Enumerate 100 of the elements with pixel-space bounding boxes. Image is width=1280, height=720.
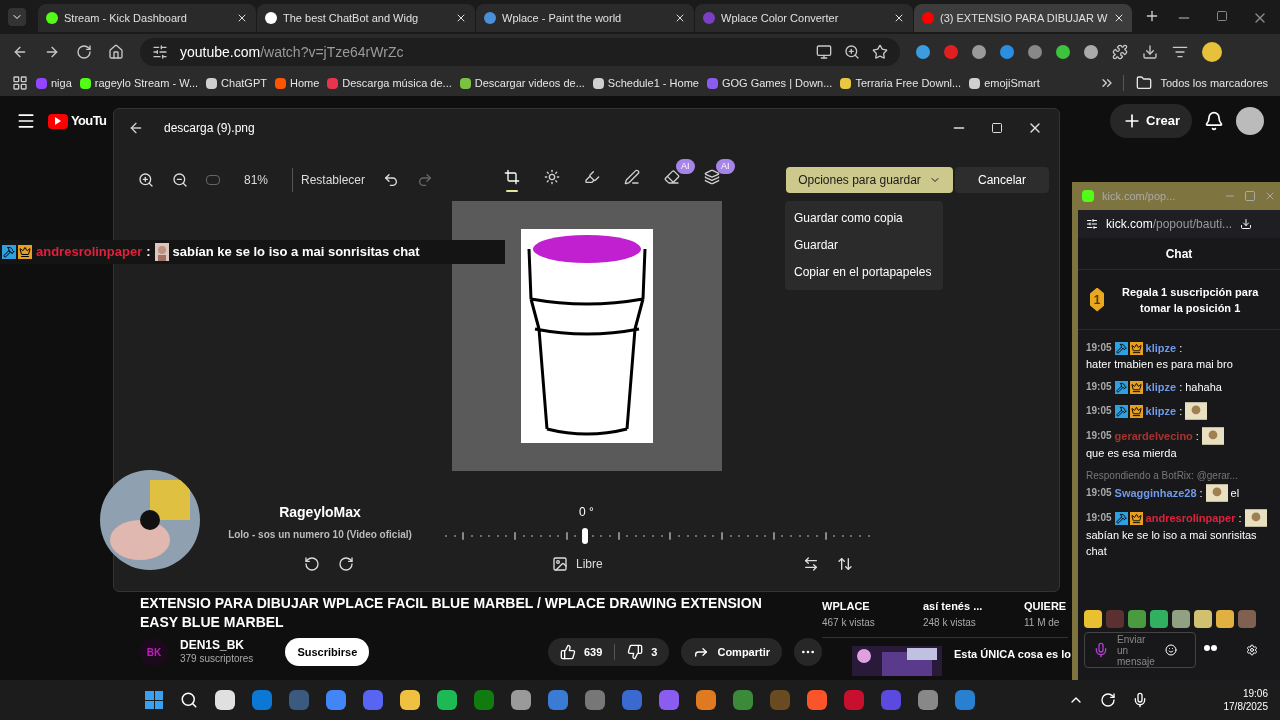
notifications-icon[interactable] bbox=[1204, 111, 1224, 131]
extension-icon[interactable] bbox=[1084, 45, 1098, 59]
redo-icon[interactable] bbox=[417, 172, 434, 188]
chat-username[interactable]: klipze bbox=[1145, 340, 1177, 356]
menu-item[interactable]: Guardar como copia bbox=[785, 205, 943, 232]
reset-button[interactable]: Restablecer bbox=[292, 168, 366, 192]
zoom-level[interactable]: 81% bbox=[244, 171, 274, 189]
back-icon[interactable] bbox=[128, 120, 144, 136]
channel-avatar[interactable]: BK bbox=[140, 638, 168, 666]
bookmark[interactable]: Schedule1 - Home bbox=[592, 74, 699, 92]
rotate-right-icon[interactable] bbox=[338, 556, 354, 572]
share-button[interactable]: Compartir bbox=[681, 638, 782, 666]
address-bar[interactable]: youtube.com/watch?v=jTze64rWrZc bbox=[140, 38, 900, 66]
bookmark[interactable]: Home bbox=[274, 74, 320, 92]
bookmark[interactable]: GOG Games | Down... bbox=[706, 74, 833, 92]
browser-tab[interactable]: Wplace - Paint the world bbox=[476, 4, 694, 32]
browser-tab[interactable]: Stream - Kick Dashboard bbox=[38, 4, 256, 32]
start-icon[interactable] bbox=[145, 691, 163, 709]
create-button[interactable]: Crear bbox=[1110, 104, 1192, 138]
bookmark[interactable]: emojiSmart bbox=[969, 74, 1040, 92]
suggested-video-title[interactable]: QUIERE bbox=[1024, 598, 1067, 615]
clock-time[interactable]: 19:06 bbox=[1242, 687, 1268, 700]
aspect-ratio-button[interactable]: Libre bbox=[552, 555, 603, 573]
zoom-icon[interactable] bbox=[844, 44, 860, 60]
browser-tab[interactable]: (3) EXTENSIO PARA DIBUJAR W bbox=[914, 4, 1132, 32]
media-icon[interactable] bbox=[1172, 44, 1188, 60]
emote-icon[interactable] bbox=[1084, 610, 1102, 628]
app-icon[interactable] bbox=[437, 690, 457, 710]
menu-icon[interactable] bbox=[16, 111, 36, 131]
subscribe-button[interactable]: Suscribirse bbox=[285, 638, 370, 666]
emote-icon[interactable] bbox=[1128, 610, 1146, 628]
emote-icon[interactable] bbox=[1194, 610, 1212, 628]
bookmark[interactable]: Descargar videos de... bbox=[459, 74, 585, 92]
forward-icon[interactable] bbox=[44, 44, 60, 60]
menu-item[interactable]: Copiar en el portapapeles bbox=[785, 259, 943, 286]
reload-icon[interactable] bbox=[76, 44, 92, 60]
extension-icon[interactable] bbox=[944, 45, 958, 59]
emote-icon[interactable] bbox=[1172, 610, 1190, 628]
dislike-button[interactable]: 3 bbox=[615, 643, 670, 661]
extension-icon[interactable] bbox=[1028, 45, 1042, 59]
message-input[interactable]: Enviar un mensaje bbox=[1084, 632, 1196, 668]
all-bookmarks[interactable]: Todos los marcadores bbox=[1123, 74, 1268, 92]
home-icon[interactable] bbox=[108, 44, 124, 60]
emoji-icon[interactable] bbox=[1165, 644, 1177, 656]
extension-icon[interactable] bbox=[916, 45, 930, 59]
back-icon[interactable] bbox=[12, 44, 28, 60]
bookmark[interactable]: ChatGPT bbox=[206, 74, 267, 92]
browser-tab[interactable]: Wplace Color Converter bbox=[695, 4, 913, 32]
extension-icon[interactable] bbox=[1056, 45, 1070, 59]
channel-name[interactable]: DEN1S_BK bbox=[180, 638, 254, 654]
flip-vertical-icon[interactable] bbox=[836, 556, 853, 572]
close-icon[interactable] bbox=[236, 12, 248, 24]
maximize-icon[interactable] bbox=[1216, 10, 1228, 22]
suggested-video-title[interactable]: WPLACE bbox=[822, 598, 870, 615]
chat-username[interactable]: klipze bbox=[1145, 379, 1177, 395]
account-avatar[interactable] bbox=[1236, 107, 1264, 135]
extension-icon[interactable] bbox=[1000, 45, 1014, 59]
install-icon[interactable] bbox=[816, 44, 832, 60]
bookmark-star-icon[interactable] bbox=[872, 44, 888, 60]
chat-username[interactable]: klipze bbox=[1145, 403, 1177, 419]
download-icon[interactable] bbox=[1142, 44, 1158, 60]
extensions-icon[interactable] bbox=[1112, 44, 1128, 60]
emote-icon[interactable] bbox=[1150, 610, 1168, 628]
cancel-button[interactable]: Cancelar bbox=[955, 167, 1049, 193]
bookmark[interactable]: Terraria Free Downl... bbox=[840, 74, 962, 92]
close-icon[interactable] bbox=[674, 12, 686, 24]
app-icon[interactable] bbox=[215, 690, 235, 710]
extension-icon[interactable] bbox=[972, 45, 986, 59]
youtube-logo[interactable]: YouTu bbox=[48, 111, 107, 131]
emote-icon[interactable] bbox=[1216, 610, 1234, 628]
app-icon[interactable] bbox=[511, 690, 531, 710]
search-icon[interactable] bbox=[180, 691, 198, 709]
clock-date[interactable]: 17/8/2025 bbox=[1223, 700, 1268, 713]
more-button[interactable] bbox=[794, 638, 822, 666]
flip-horizontal-icon[interactable] bbox=[802, 556, 819, 572]
sync-icon[interactable] bbox=[1099, 692, 1116, 708]
save-options-button[interactable]: Opciones para guardar bbox=[786, 167, 953, 193]
bookmark[interactable]: Descarga música de... bbox=[327, 74, 452, 92]
bookmark[interactable]: rageylo Stream - W... bbox=[79, 74, 199, 92]
app-icon[interactable] bbox=[400, 690, 420, 710]
browser-tab[interactable]: The best ChatBot and Widg bbox=[257, 4, 475, 32]
new-tab-icon[interactable] bbox=[1144, 8, 1160, 24]
suggested-video-title[interactable]: Esta ÚNICA cosa es lo bbox=[954, 646, 1071, 663]
rotate-left-icon[interactable] bbox=[304, 556, 320, 572]
apps-icon[interactable] bbox=[12, 75, 28, 91]
zoom-out-icon[interactable] bbox=[172, 172, 188, 188]
profile-avatar[interactable] bbox=[1202, 42, 1222, 62]
emote-icon[interactable] bbox=[1238, 610, 1256, 628]
actual-size-icon[interactable] bbox=[206, 175, 220, 185]
settings-icon[interactable] bbox=[1246, 644, 1258, 656]
download-icon[interactable] bbox=[1240, 218, 1253, 230]
undo-icon[interactable] bbox=[383, 172, 400, 188]
menu-item[interactable]: Guardar bbox=[785, 232, 943, 259]
zoom-in-icon[interactable] bbox=[138, 172, 154, 188]
chat-username[interactable]: andresrolinpaper bbox=[1145, 510, 1236, 526]
close-icon[interactable] bbox=[893, 12, 905, 24]
like-button[interactable]: 639 bbox=[547, 643, 616, 661]
app-icon[interactable] bbox=[696, 690, 716, 710]
close-icon[interactable] bbox=[455, 12, 467, 24]
site-info-icon[interactable] bbox=[152, 44, 168, 60]
